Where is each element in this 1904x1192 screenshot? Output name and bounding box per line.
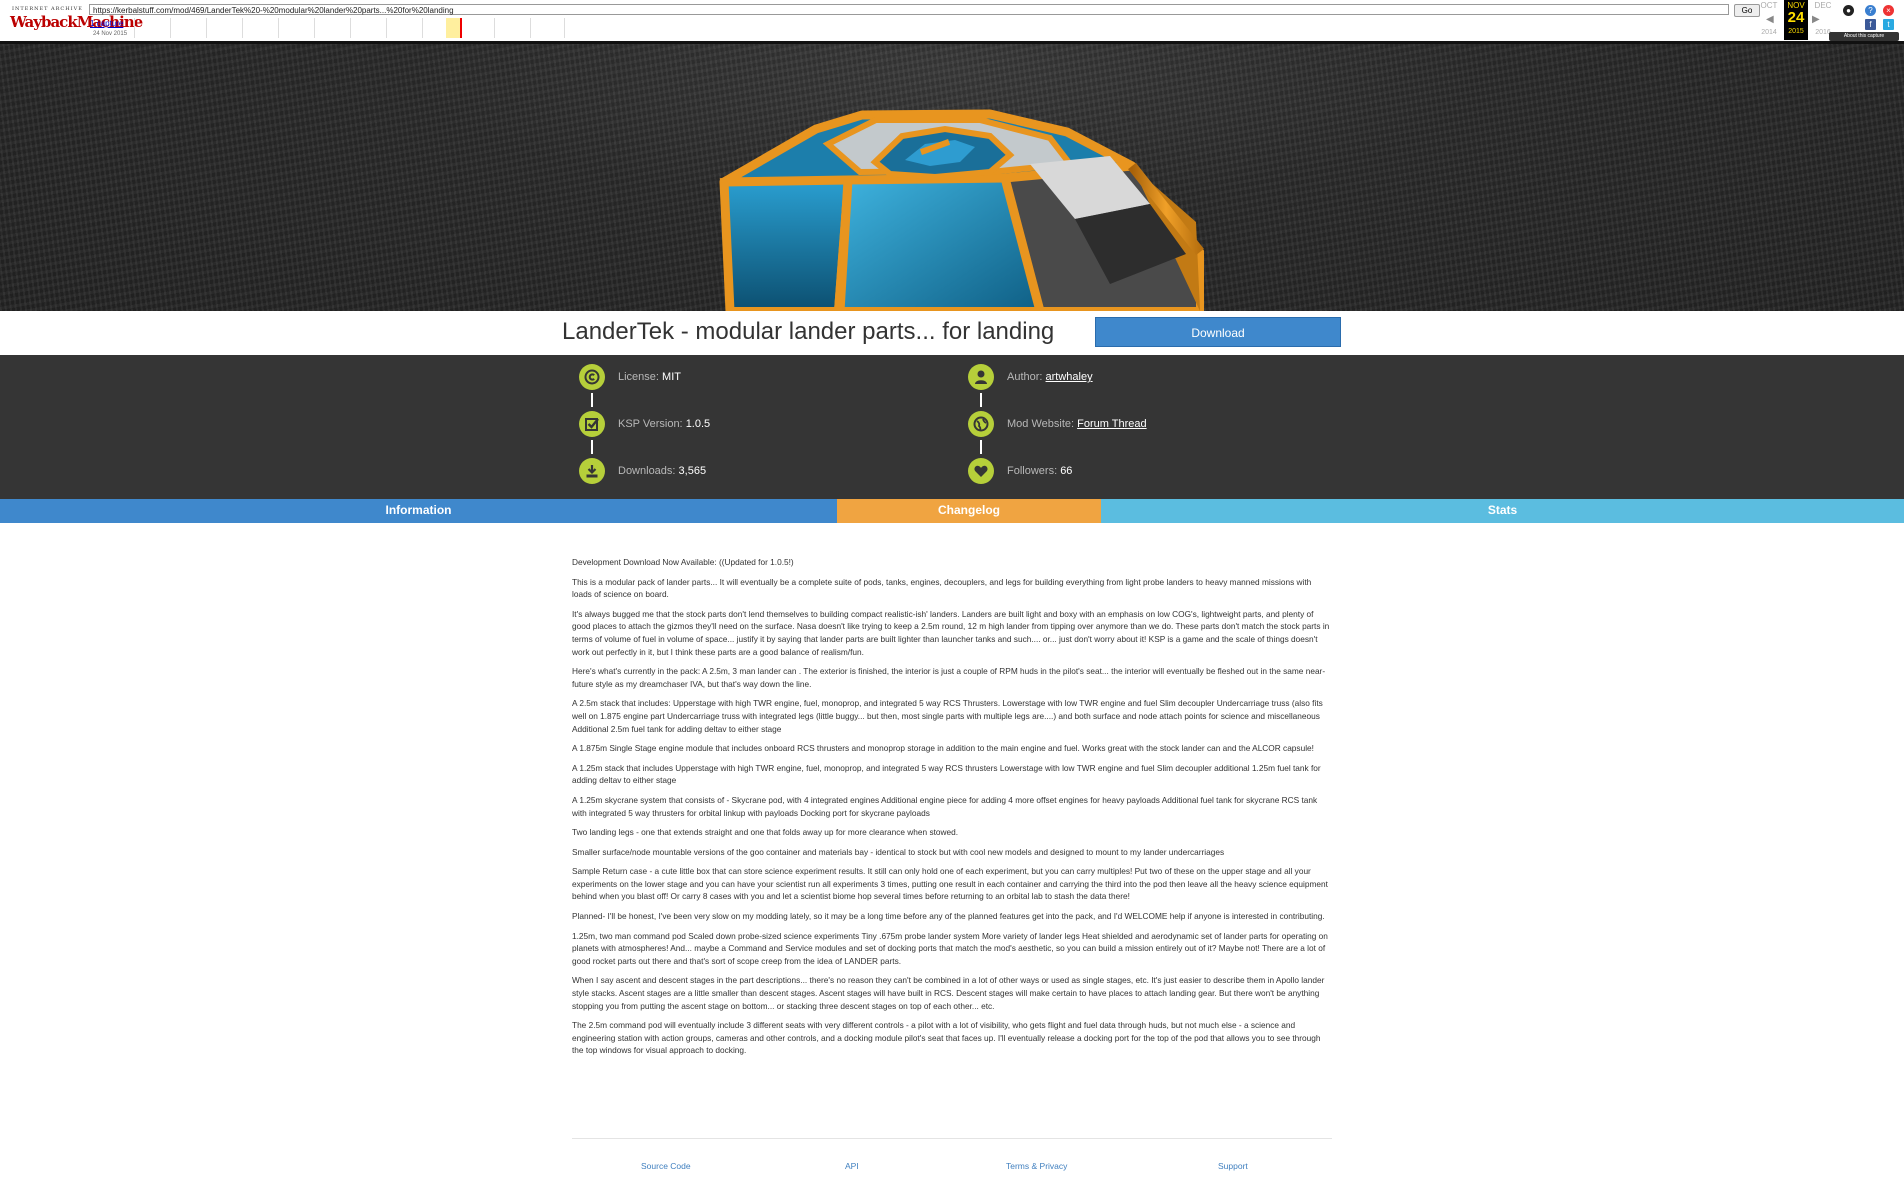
api-link[interactable]: API: [845, 1161, 859, 1171]
author-label: Author:: [1007, 371, 1043, 383]
cur-year-label: 2015: [1788, 28, 1804, 35]
downloads-value: 3,565: [678, 465, 707, 477]
prev-year-label: 2014: [1761, 29, 1777, 36]
downloads-text: Downloads: 3,565: [618, 465, 706, 477]
mod-description: Development Download Now Available: ((Up…: [572, 556, 1332, 1064]
mod-title: LanderTek - modular lander parts... for …: [562, 318, 1055, 345]
author-text: Author: artwhaley: [1007, 371, 1093, 383]
downloads-label: Downloads:: [618, 465, 676, 477]
description-paragraph: A 2.5m stack that includes: Upperstage w…: [572, 698, 1323, 734]
next-month-label: DEC: [1814, 1, 1832, 10]
user-icon[interactable]: ●: [1843, 5, 1854, 16]
site-footer: Source Code API Terms & Privacy Support: [572, 1138, 1332, 1171]
source-code-link[interactable]: Source Code: [641, 1161, 691, 1171]
mod-title-bar: LanderTek - modular lander parts... for …: [0, 311, 1904, 355]
mod-hero-image: [0, 44, 1904, 311]
description-paragraph: Here's what's currently in the pack: A 2…: [572, 666, 1326, 689]
facebook-icon[interactable]: f: [1865, 19, 1876, 30]
website-label: Mod Website:: [1007, 418, 1075, 430]
capture-sparkline[interactable]: [134, 18, 565, 38]
tab-changelog[interactable]: Changelog: [837, 499, 1101, 523]
description-paragraph: It's always bugged me that the stock par…: [572, 608, 1330, 657]
followers-value: 66: [1060, 465, 1073, 477]
ia-label: INTERNET ARCHIVE: [12, 6, 83, 12]
help-icon[interactable]: ?: [1865, 5, 1876, 16]
description-paragraph: Two landing legs - one that extends stra…: [572, 827, 959, 838]
close-icon[interactable]: ×: [1883, 5, 1894, 16]
connector-line: [591, 393, 593, 407]
ksp-version-text: KSP Version: 1.0.5: [618, 418, 710, 430]
cur-day-label: 24: [1787, 9, 1805, 26]
description-paragraph: Development Download Now Available: ((Up…: [572, 557, 794, 567]
wayback-tools: ● ? × f t: [1843, 4, 1899, 34]
ksp-version-label: KSP Version:: [618, 418, 683, 430]
wayback-logo[interactable]: INTERNET ARCHIVE WaybackMachine: [10, 5, 143, 35]
forum-thread-link[interactable]: Forum Thread: [1077, 418, 1147, 430]
download-button[interactable]: Download: [1095, 317, 1341, 347]
description-paragraph: A 1.25m skycrane system that consists of…: [572, 794, 1318, 818]
sparkline-year-highlight: [446, 18, 460, 38]
connector-line: [980, 393, 982, 407]
wayback-toolbar: INTERNET ARCHIVE WaybackMachine https://…: [0, 0, 1904, 44]
mod-info-panel: License: MIT KSP Version: 1.0.5 Download…: [0, 355, 1904, 499]
description-paragraph: Smaller surface/node mountable versions …: [572, 846, 1225, 857]
user-icon: [968, 364, 994, 390]
description-paragraph: When I say ascent and descent stages in …: [572, 975, 1325, 1011]
connector-line: [591, 440, 593, 454]
prev-capture-arrow-icon[interactable]: ◀: [1766, 14, 1774, 25]
support-link[interactable]: Support: [1218, 1161, 1248, 1171]
twitter-icon[interactable]: t: [1883, 19, 1894, 30]
tab-information[interactable]: Information: [0, 499, 837, 523]
copyright-icon: [579, 364, 605, 390]
globe-icon: [968, 411, 994, 437]
description-paragraph: The 2.5m command pod will eventually inc…: [572, 1020, 1321, 1056]
description-paragraph: Sample Return case - a cute little box t…: [572, 866, 1328, 902]
calendar-current-month: NOV 24 2015: [1784, 0, 1808, 40]
tab-stats[interactable]: Stats: [1101, 499, 1904, 523]
sparkline-capture-marker[interactable]: [460, 18, 462, 38]
description-paragraph: A 1.25m stack that includes Upperstage w…: [572, 762, 1321, 786]
description-paragraph: Planned- I'll be honest, I've been very …: [572, 911, 1325, 922]
license-label: License:: [618, 371, 659, 383]
followers-text: Followers: 66: [1007, 465, 1072, 477]
heart-icon: [968, 458, 994, 484]
captures-link[interactable]: 1 capture: [90, 19, 123, 28]
description-paragraph: This is a modular pack of lander parts..…: [572, 576, 1312, 600]
description-paragraph: A 1.875m Single Stage engine module that…: [572, 743, 1314, 754]
capture-date: 24 Nov 2015: [93, 31, 128, 37]
followers-label: Followers:: [1007, 465, 1058, 477]
ksp-version-value: 1.0.5: [685, 418, 711, 430]
website-text: Mod Website: Forum Thread: [1007, 418, 1147, 430]
description-paragraph: 1.25m, two man command pod Scaled down p…: [572, 930, 1328, 966]
author-link[interactable]: artwhaley: [1046, 371, 1093, 383]
connector-line: [980, 440, 982, 454]
prev-month-label: OCT: [1760, 1, 1778, 10]
lander-can-render: [719, 109, 1204, 311]
license-value: MIT: [662, 371, 681, 383]
checkbox-icon: [579, 411, 605, 437]
license-text: License: MIT: [618, 371, 681, 383]
download-icon: [579, 458, 605, 484]
terms-privacy-link[interactable]: Terms & Privacy: [1006, 1161, 1067, 1171]
wayback-url-input[interactable]: https://kerbalstuff.com/mod/469/LanderTe…: [89, 4, 1729, 15]
about-capture-button[interactable]: About this capture: [1829, 32, 1899, 41]
mod-tabs: Information Changelog Stats: [0, 499, 1904, 523]
